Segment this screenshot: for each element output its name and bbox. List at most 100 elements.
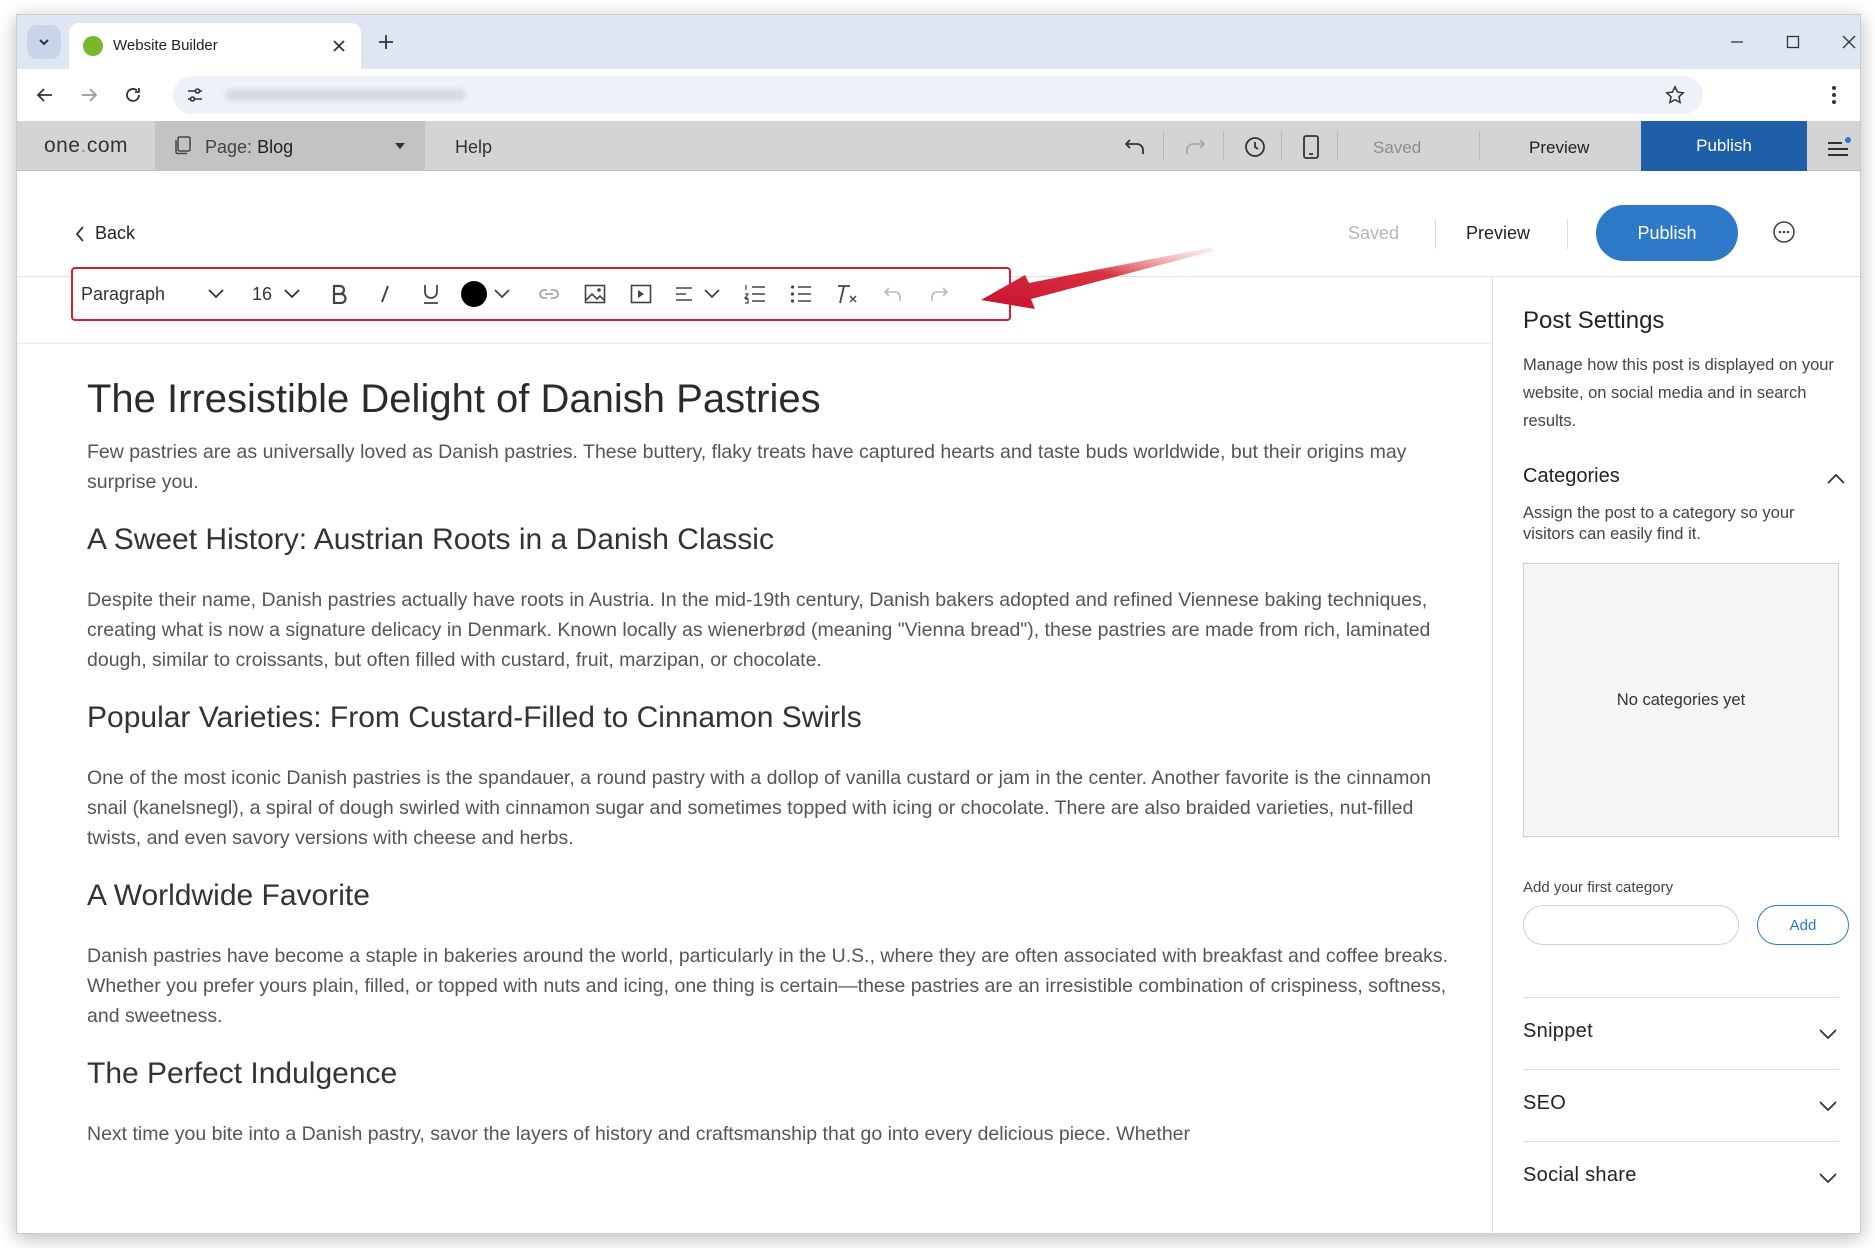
- page-selector[interactable]: Page: Blog: [155, 121, 425, 171]
- clear-format-button[interactable]: [829, 269, 865, 319]
- section-label: Snippet: [1523, 1020, 1593, 1042]
- numbered-list-icon: [744, 285, 765, 304]
- bullet-list-icon: [790, 285, 811, 303]
- toolbar-redo-button[interactable]: [921, 269, 957, 319]
- section-label: Social share: [1523, 1164, 1637, 1186]
- bold-icon: [332, 284, 347, 304]
- browser-tab[interactable]: Website Builder: [69, 23, 361, 69]
- redo-button[interactable]: [1181, 133, 1209, 161]
- site-info-button[interactable]: [181, 81, 209, 109]
- chevron-down-icon: [284, 289, 300, 299]
- text-color-button[interactable]: [459, 269, 489, 319]
- section-body[interactable]: Danish pastries have become a staple in …: [87, 941, 1457, 1031]
- new-tab-button[interactable]: [371, 27, 401, 57]
- bookmark-button[interactable]: [1663, 83, 1687, 107]
- video-button[interactable]: [623, 269, 659, 319]
- tab-title: Website Builder: [113, 37, 218, 54]
- chevron-down-icon: [1819, 1029, 1837, 1040]
- undo-button[interactable]: [1121, 133, 1149, 161]
- browser-menu-button[interactable]: [1818, 79, 1850, 111]
- social-share-section[interactable]: Social share: [1523, 1141, 1839, 1213]
- font-size-chevron[interactable]: [277, 269, 307, 319]
- back-button[interactable]: Back: [75, 223, 135, 244]
- redo-icon: [931, 287, 949, 301]
- numbered-list-button[interactable]: [737, 269, 773, 319]
- maximize-button[interactable]: [1773, 27, 1813, 57]
- app-menu-button[interactable]: [1822, 133, 1854, 161]
- minimize-button[interactable]: [1717, 27, 1757, 57]
- close-tab-button[interactable]: [327, 34, 351, 58]
- section-heading[interactable]: Popular Varieties: From Custard-Filled t…: [87, 699, 1457, 737]
- editor-header: Back Saved Preview Publish: [17, 171, 1860, 277]
- mobile-view-button[interactable]: [1297, 133, 1325, 161]
- publish-button[interactable]: Publish: [1596, 205, 1738, 261]
- seo-section[interactable]: SEO: [1523, 1069, 1839, 1141]
- divider: [1163, 131, 1164, 161]
- back-nav-button[interactable]: [29, 79, 61, 111]
- appbar-publish-button[interactable]: Publish: [1641, 121, 1807, 171]
- divider: [1435, 219, 1436, 249]
- add-category-button[interactable]: Add: [1757, 905, 1849, 945]
- page-selector-label: Page: Blog: [205, 137, 293, 158]
- favicon-icon: [83, 36, 103, 56]
- logo-tld: com: [86, 134, 129, 157]
- bullet-list-button[interactable]: [783, 269, 819, 319]
- more-options-icon[interactable]: [1772, 220, 1796, 244]
- image-button[interactable]: [577, 269, 613, 319]
- redo-icon: [1186, 139, 1206, 154]
- italic-button[interactable]: [367, 269, 403, 319]
- reload-button[interactable]: [117, 79, 149, 111]
- section-body[interactable]: Next time you bite into a Danish pastry,…: [87, 1119, 1457, 1149]
- close-window-button[interactable]: [1829, 27, 1860, 57]
- font-size-dropdown[interactable]: 16: [247, 269, 277, 319]
- appbar-preview-button[interactable]: Preview: [1529, 138, 1589, 158]
- text-color-chevron[interactable]: [489, 269, 515, 319]
- address-bar[interactable]: [173, 76, 1703, 114]
- section-body[interactable]: Despite their name, Danish pastries actu…: [87, 585, 1457, 675]
- help-link[interactable]: Help: [455, 137, 492, 158]
- block-style-dropdown[interactable]: Paragraph: [81, 269, 221, 319]
- toolbar-undo-button[interactable]: [875, 269, 911, 319]
- post-title[interactable]: The Irresistible Delight of Danish Pastr…: [87, 375, 1457, 423]
- url-text: [225, 89, 465, 101]
- forward-nav-button[interactable]: [73, 79, 105, 111]
- page-icon: [175, 136, 191, 155]
- section-heading[interactable]: A Sweet History: Austrian Roots in a Dan…: [87, 521, 1457, 559]
- divider: [1567, 219, 1568, 249]
- saved-status: Saved: [1348, 223, 1400, 243]
- section-heading[interactable]: A Worldwide Favorite: [87, 877, 1457, 915]
- tab-search-button[interactable]: [27, 25, 61, 59]
- close-icon: [1842, 35, 1856, 49]
- font-size-value: 16: [251, 283, 273, 304]
- video-icon: [630, 284, 652, 304]
- section-heading[interactable]: The Perfect Indulgence: [87, 1055, 1457, 1093]
- divider: [1479, 131, 1480, 161]
- bold-button[interactable]: [321, 269, 357, 319]
- link-icon: [539, 289, 559, 299]
- underline-button[interactable]: [413, 269, 449, 319]
- align-button[interactable]: [669, 269, 699, 319]
- underline-icon: [424, 285, 438, 304]
- preview-button[interactable]: Preview: [1466, 223, 1530, 244]
- chevron-up-icon[interactable]: [1825, 469, 1847, 489]
- snippet-section[interactable]: Snippet: [1523, 997, 1839, 1069]
- section-body[interactable]: One of the most iconic Danish pastries i…: [87, 763, 1457, 853]
- categories-heading[interactable]: Categories: [1523, 465, 1620, 488]
- toolbar-divider: [17, 343, 1492, 344]
- link-button[interactable]: [531, 269, 567, 319]
- annotation-arrow-icon: [981, 247, 1213, 309]
- mobile-icon: [1303, 135, 1319, 159]
- brand-logo[interactable]: one. com: [17, 121, 155, 171]
- undo-icon: [1124, 139, 1144, 154]
- block-style-value: Paragraph: [81, 283, 166, 304]
- post-intro[interactable]: Few pastries are as universally loved as…: [87, 437, 1457, 497]
- block-style-chevron[interactable]: [201, 269, 231, 319]
- post-content[interactable]: The Irresistible Delight of Danish Pastr…: [87, 375, 1457, 1149]
- category-name-input[interactable]: [1523, 905, 1739, 945]
- history-button[interactable]: [1241, 133, 1269, 161]
- align-chevron[interactable]: [699, 269, 725, 319]
- menu-notification-icon: [1828, 137, 1851, 156]
- add-category-label: Add your first category: [1523, 879, 1674, 896]
- chevron-down-icon: [1819, 1173, 1837, 1184]
- section-label: SEO: [1523, 1092, 1567, 1114]
